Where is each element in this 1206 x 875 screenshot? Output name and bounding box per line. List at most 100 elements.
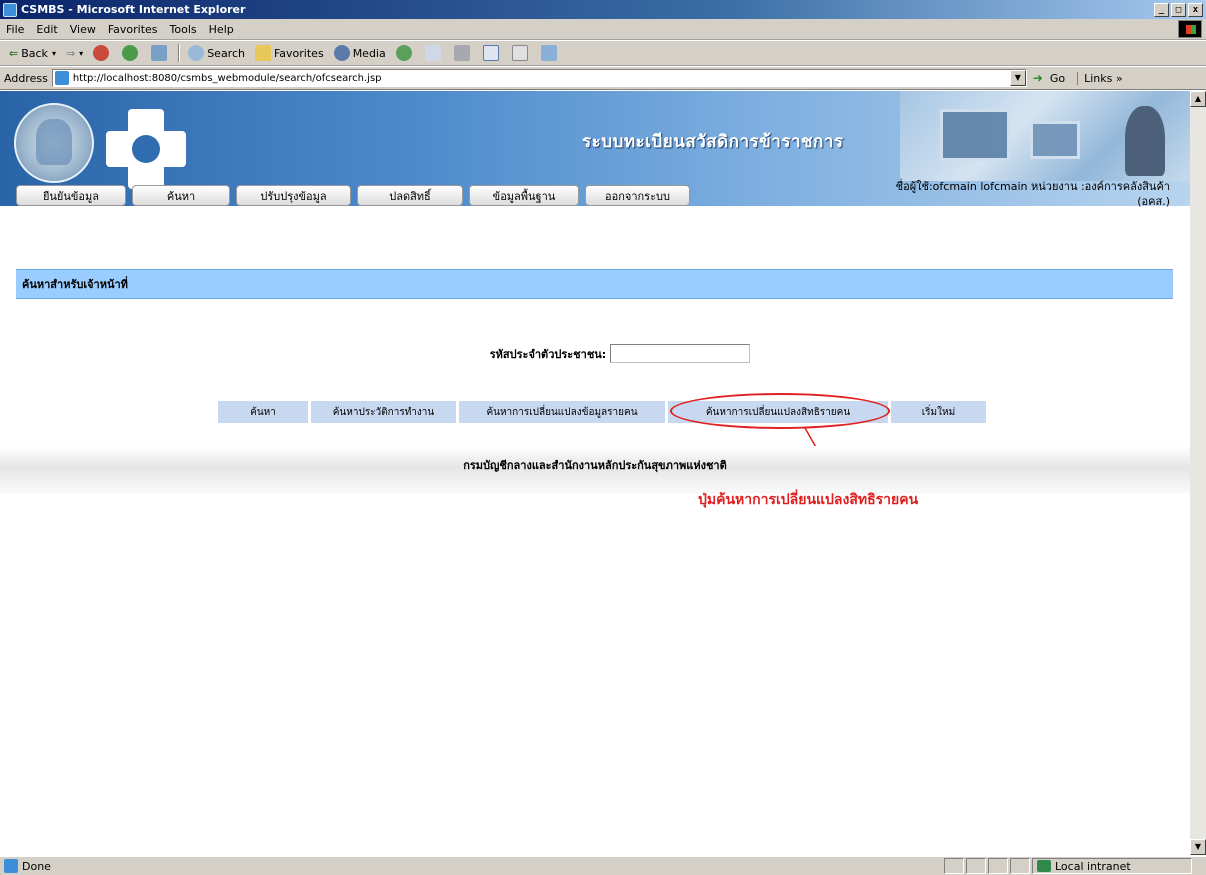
media-icon — [333, 45, 350, 61]
window-title: CSMBS - Microsoft Internet Explorer — [21, 3, 246, 16]
favorites-icon — [254, 45, 271, 61]
discuss-button[interactable] — [507, 42, 536, 64]
mail-icon — [424, 45, 441, 61]
page-done-icon — [4, 859, 18, 873]
user-info-text: ชื่อผู้ใช้:ofcmain lofcmain หน่วยงาน :อง… — [895, 180, 1170, 193]
window-controls: _ □ x — [1154, 2, 1203, 17]
menu-tools[interactable]: Tools — [164, 23, 203, 36]
window-title-bar: CSMBS - Microsoft Internet Explorer _ □ … — [0, 0, 1206, 19]
home-button[interactable] — [146, 42, 175, 64]
menu-favorites[interactable]: Favorites — [102, 23, 164, 36]
person-image — [1125, 106, 1165, 176]
section-title: ค้นหาสำหรับเจ้าหน้าที่ — [16, 269, 1173, 299]
print-icon — [453, 45, 470, 61]
back-button[interactable]: ⇐ Back ▾ — [4, 42, 61, 64]
status-cell — [988, 858, 1008, 874]
office-photo — [900, 91, 1190, 181]
search-button[interactable]: Search — [183, 42, 250, 64]
address-dropdown-icon[interactable]: ▼ — [1009, 70, 1026, 86]
address-input[interactable]: http://localhost:8080/csmbs_webmodule/se… — [51, 69, 1027, 87]
user-org-abbr: (อคส.) — [1137, 195, 1170, 208]
search-icon — [188, 45, 205, 61]
links-button[interactable]: Links » — [1077, 71, 1123, 85]
media-button[interactable]: Media — [329, 42, 391, 64]
refresh-button[interactable] — [117, 42, 146, 64]
go-arrow-icon: ➜ — [1032, 71, 1043, 85]
nav-logout[interactable]: ออกจากระบบ — [585, 185, 690, 206]
minimize-button[interactable]: _ — [1154, 2, 1169, 17]
favorites-button[interactable]: Favorites — [250, 42, 329, 64]
health-cross-logo — [106, 109, 186, 189]
scroll-up-icon[interactable]: ▲ — [1190, 91, 1206, 107]
reset-button[interactable]: เริ่มใหม่ — [891, 401, 986, 423]
nav-basic-data[interactable]: ข้อมูลพื้นฐาน — [469, 185, 579, 206]
action-buttons: ค้นหา ค้นหาประวัติการทำงาน ค้นหาการเปลี่… — [218, 401, 986, 423]
search-work-history-button[interactable]: ค้นหาประวัติการทำงาน — [311, 401, 456, 423]
security-zone: Local intranet — [1032, 858, 1192, 874]
nav-revoke-rights[interactable]: ปลดสิทธิ์ — [357, 185, 463, 206]
menu-view[interactable]: View — [64, 23, 102, 36]
links-label: Links — [1084, 71, 1113, 85]
browser-toolbar: ⇐ Back ▾ ⇒ ▾ Search Favorites Media — [0, 41, 1206, 66]
search-personal-data-changes-button[interactable]: ค้นหาการเปลี่ยนแปลงข้อมูลรายคน — [459, 401, 665, 423]
citizen-id-label: รหัสประจำตัวประชาชน: — [489, 347, 607, 361]
history-icon — [395, 45, 412, 61]
citizen-id-input[interactable] — [610, 344, 751, 363]
nav-confirm-data[interactable]: ยืนยันข้อมูล — [16, 185, 126, 206]
messenger-icon — [540, 45, 557, 61]
page-icon — [54, 71, 69, 85]
address-url: http://localhost:8080/csmbs_webmodule/se… — [72, 72, 382, 84]
media-label: Media — [352, 46, 386, 60]
scroll-down-icon[interactable]: ▼ — [1190, 839, 1206, 855]
monitor-image — [1030, 121, 1080, 159]
forward-arrow-icon: ⇒ — [65, 46, 76, 60]
status-text: Done — [22, 859, 51, 873]
user-info: ชื่อผู้ใช้:ofcmain lofcmain หน่วยงาน :อง… — [790, 179, 1170, 209]
system-title: ระบบทะเบียนสวัสดิการข้าราชการ — [582, 132, 844, 152]
address-label: Address — [4, 71, 48, 85]
stop-icon — [93, 45, 110, 61]
status-cell — [1010, 858, 1030, 874]
mail-button[interactable] — [420, 42, 449, 64]
vertical-scrollbar[interactable]: ▲ ▼ — [1190, 91, 1206, 855]
dropdown-icon: ▾ — [51, 48, 56, 58]
zone-label: Local intranet — [1055, 859, 1131, 873]
nav-search[interactable]: ค้นหา — [132, 185, 230, 206]
intranet-icon — [1037, 860, 1051, 872]
history-button[interactable] — [391, 42, 420, 64]
discuss-icon — [511, 45, 528, 61]
close-button[interactable]: x — [1188, 2, 1203, 17]
address-bar: Address http://localhost:8080/csmbs_webm… — [0, 67, 1206, 90]
search-button[interactable]: ค้นหา — [218, 401, 308, 423]
callout-label: ปุ่มค้นหาการเปลี่ยนแปลงสิทธิรายคน — [698, 492, 919, 508]
page-content: ระบบทะเบียนสวัสดิการข้าราชการ ยืนยันข้อม… — [0, 91, 1190, 855]
search-label: Search — [207, 46, 245, 60]
toolbar-separator — [178, 44, 181, 62]
menu-file[interactable]: File — [0, 23, 30, 36]
menu-edit[interactable]: Edit — [30, 23, 63, 36]
print-button[interactable] — [449, 42, 478, 64]
search-rights-changes-button[interactable]: ค้นหาการเปลี่ยนแปลงสิทธิรายคน — [668, 401, 888, 423]
footer-text: กรมบัญชีกลางและสำนักงานหลักประกันสุขภาพแ… — [463, 459, 727, 472]
refresh-icon — [122, 45, 139, 61]
ie-icon — [3, 2, 17, 17]
back-arrow-icon: ⇐ — [9, 46, 19, 60]
edit-button[interactable] — [478, 42, 507, 64]
search-form: รหัสประจำตัวประชาชน: — [0, 344, 1190, 363]
status-cell — [966, 858, 986, 874]
nav-update-data[interactable]: ปรับปรุงข้อมูล — [236, 185, 351, 206]
stop-button[interactable] — [88, 42, 117, 64]
forward-button[interactable]: ⇒ ▾ — [61, 42, 88, 64]
home-icon — [151, 45, 168, 61]
favorites-label: Favorites — [273, 46, 324, 60]
maximize-button[interactable]: □ — [1171, 2, 1186, 17]
comptroller-seal-logo — [14, 103, 94, 183]
word-icon — [482, 45, 499, 61]
back-label: Back — [21, 46, 48, 60]
menu-help[interactable]: Help — [203, 23, 240, 36]
messenger-button[interactable] — [536, 42, 565, 64]
go-button[interactable]: ➜ Go — [1033, 72, 1065, 85]
go-label: Go — [1049, 71, 1066, 85]
dropdown-icon: ▾ — [79, 48, 84, 58]
main-navigation: ยืนยันข้อมูล ค้นหา ปรับปรุงข้อมูล ปลดสิท… — [16, 185, 690, 206]
